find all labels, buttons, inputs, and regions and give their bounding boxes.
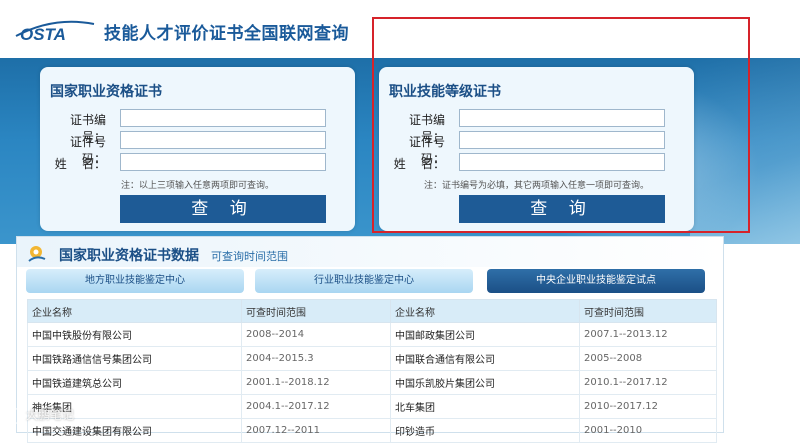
highlight-box (372, 17, 750, 233)
time-range: 2007.12--2011 (241, 418, 391, 443)
column-header: 企业名称 (390, 299, 580, 323)
time-range: 2010--2017.12 (579, 394, 717, 419)
time-range: 2008--2014 (241, 322, 391, 347)
osta-logo: OSTA (15, 20, 95, 44)
watermark-icon (6, 407, 22, 424)
table-row: 神华集团 2004.1--2017.12 北车集团 2010--2017.12 (27, 394, 717, 419)
time-range: 2010.1--2017.12 (579, 370, 717, 395)
watermark: 大鹏笔记 (6, 406, 74, 424)
company-name: 中国中铁股份有限公司 (27, 322, 242, 347)
table-row: 中国铁路通信信号集团公司 2004--2015.3 中国联合通信有限公司 200… (27, 346, 717, 371)
time-range: 2001.1--2018.12 (241, 370, 391, 395)
site-title: 技能人才评价证书全国联网查询 (104, 24, 349, 44)
time-range: 2007.1--2013.12 (579, 322, 717, 347)
tab-local-center[interactable]: 地方职业技能鉴定中心 (26, 269, 244, 293)
section-title: 国家职业资格证书数据 (59, 248, 199, 264)
table-row: 中国交通建设集团有限公司 2007.12--2011 印钞造币 2001--20… (27, 418, 717, 443)
card-title: 国家职业资格证书 (50, 84, 162, 100)
company-name: 中国邮政集团公司 (390, 322, 580, 347)
company-name: 中国联合通信有限公司 (390, 346, 580, 371)
certificate-icon (28, 246, 46, 262)
certificate-number-input[interactable] (120, 109, 326, 127)
company-name: 中国乐凯胶片集团公司 (390, 370, 580, 395)
table-row: 中国中铁股份有限公司 2008--2014 中国邮政集团公司 2007.1--2… (27, 322, 717, 347)
time-range: 2004--2015.3 (241, 346, 391, 371)
table-header-row: 企业名称 可查时间范围 企业名称 可查时间范围 (27, 299, 717, 323)
section-subtitle: 可查询时间范围 (211, 250, 288, 263)
query-button[interactable]: 查 询 (120, 195, 326, 223)
column-header: 企业名称 (27, 299, 242, 323)
company-name: 中国铁道建筑总公司 (27, 370, 242, 395)
name-input[interactable] (120, 153, 326, 171)
logo-text: OSTA (20, 25, 66, 44)
company-name: 中国铁路通信信号集团公司 (27, 346, 242, 371)
certificate-data-section: 国家职业资格证书数据 可查询时间范围 地方职业技能鉴定中心 行业职业技能鉴定中心… (16, 236, 724, 443)
tab-central-enterprise[interactable]: 中央企业职业技能鉴定试点 (487, 269, 705, 293)
time-range: 2005--2008 (579, 346, 717, 371)
tab-industry-center[interactable]: 行业职业技能鉴定中心 (255, 269, 473, 293)
qualification-certificate-card: 国家职业资格证书 证书编号： 证件号码： 姓 名： 注：以上三项输入任意两项即可… (40, 67, 355, 231)
certificate-data-table: 企业名称 可查时间范围 企业名称 可查时间范围 中国中铁股份有限公司 2008-… (27, 299, 717, 443)
table-row: 中国铁道建筑总公司 2001.1--2018.12 中国乐凯胶片集团公司 201… (27, 370, 717, 395)
watermark-text: 大鹏笔记 (26, 408, 75, 422)
card-note: 注：以上三项输入任意两项即可查询。 (120, 181, 274, 191)
time-range: 2004.1--2017.12 (241, 394, 391, 419)
name-label: 姓 名： (54, 157, 106, 171)
column-header: 可查时间范围 (579, 299, 717, 323)
time-range: 2001--2010 (579, 418, 717, 443)
id-number-input[interactable] (120, 131, 326, 149)
company-name: 北车集团 (390, 394, 580, 419)
column-header: 可查时间范围 (241, 299, 391, 323)
company-name: 印钞造币 (390, 418, 580, 443)
